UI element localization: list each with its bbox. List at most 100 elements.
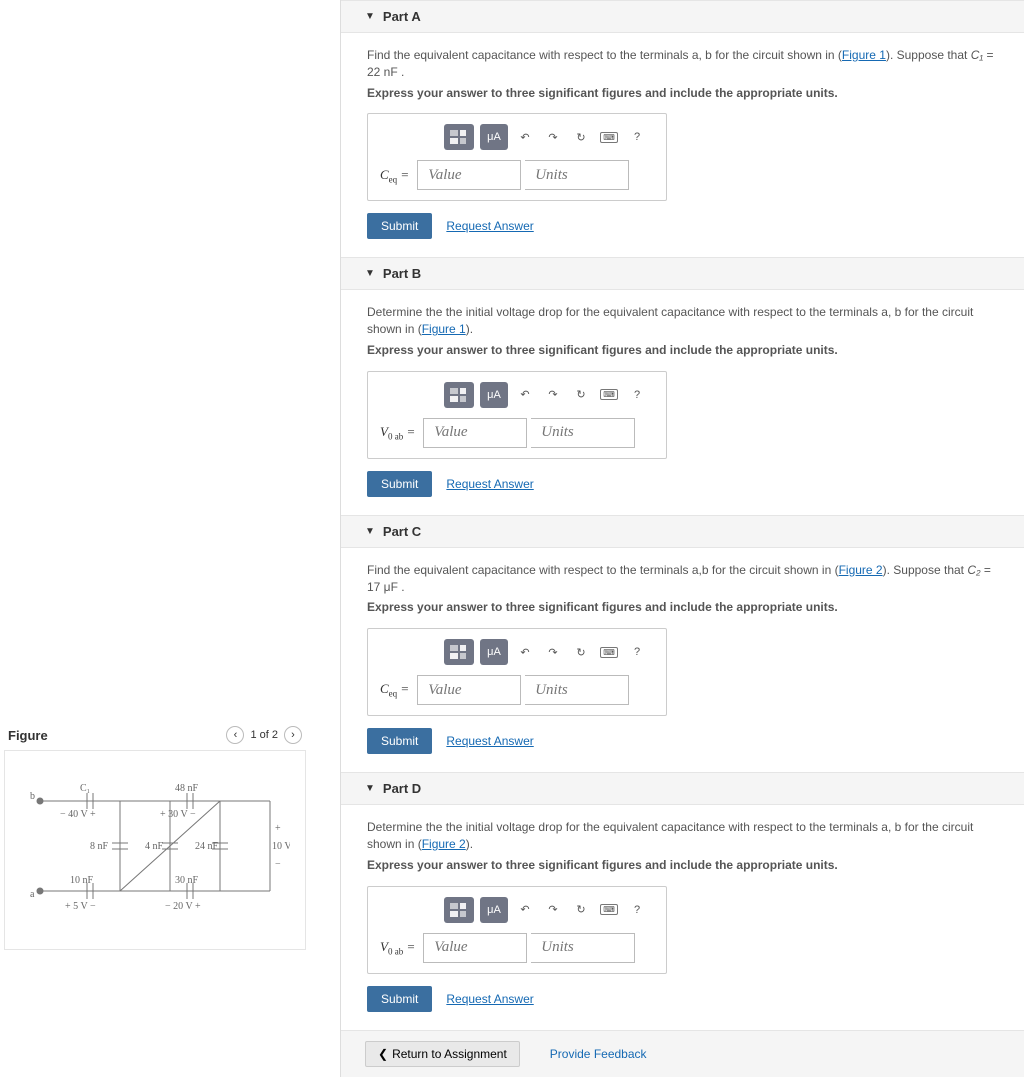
- template-icon[interactable]: [444, 639, 474, 665]
- figure-1-link-b[interactable]: Figure 1: [422, 322, 466, 336]
- svg-text:+: +: [275, 823, 281, 834]
- provide-feedback-link[interactable]: Provide Feedback: [550, 1047, 647, 1061]
- figure-2-link-d[interactable]: Figure 2: [422, 837, 466, 851]
- undo-icon[interactable]: ↶: [514, 124, 536, 150]
- value-input-c[interactable]: [417, 675, 521, 705]
- svg-text:30 nF: 30 nF: [175, 875, 199, 886]
- figure-2-link[interactable]: Figure 2: [839, 563, 883, 577]
- value-input-d[interactable]: [423, 933, 527, 963]
- units-button[interactable]: μA: [480, 124, 508, 150]
- part-a-body: Find the equivalent capacitance with res…: [341, 33, 1024, 257]
- units-input-c[interactable]: [525, 675, 629, 705]
- input-row-b: V0 ab =: [380, 418, 648, 448]
- template-icon[interactable]: [444, 897, 474, 923]
- svg-text:−: −: [275, 859, 281, 870]
- request-answer-a[interactable]: Request Answer: [446, 219, 533, 233]
- redo-icon[interactable]: ↷: [542, 897, 564, 923]
- figure-1-link[interactable]: Figure 1: [842, 48, 886, 62]
- units-input-d[interactable]: [531, 933, 635, 963]
- keyboard-icon[interactable]: ⌨: [598, 382, 620, 408]
- input-row-a: Ceq =: [380, 160, 648, 190]
- figure-header: Figure ‹ 1 of 2 ›: [4, 720, 306, 750]
- request-answer-d[interactable]: Request Answer: [446, 992, 533, 1006]
- circuit-diagram: b a C₁ 48 nF − 40 V + + 30 V − 8 nF 4 nF…: [20, 771, 290, 921]
- svg-text:− 20 V +: − 20 V +: [165, 901, 201, 912]
- svg-text:48 nF: 48 nF: [175, 783, 199, 794]
- svg-text:4 nF: 4 nF: [145, 841, 164, 852]
- main-content: ▼ Part A Find the equivalent capacitance…: [340, 0, 1024, 1077]
- submit-button-b[interactable]: Submit: [367, 471, 432, 497]
- redo-icon[interactable]: ↷: [542, 639, 564, 665]
- help-icon[interactable]: ?: [626, 382, 648, 408]
- part-b-prompt: Determine the the initial voltage drop f…: [367, 304, 1000, 338]
- keyboard-icon[interactable]: ⌨: [598, 639, 620, 665]
- part-c-body: Find the equivalent capacitance with res…: [341, 548, 1024, 772]
- figure-pager: ‹ 1 of 2 ›: [226, 726, 302, 744]
- help-icon[interactable]: ?: [626, 897, 648, 923]
- svg-text:8 nF: 8 nF: [90, 841, 109, 852]
- part-a: ▼ Part A Find the equivalent capacitance…: [341, 0, 1024, 257]
- reset-icon[interactable]: ↻: [570, 124, 592, 150]
- submit-button-d[interactable]: Submit: [367, 986, 432, 1012]
- value-input-b[interactable]: [423, 418, 527, 448]
- reset-icon[interactable]: ↻: [570, 639, 592, 665]
- part-b-body: Determine the the initial voltage drop f…: [341, 290, 1024, 514]
- svg-text:24 nF: 24 nF: [195, 841, 219, 852]
- part-a-title: Part A: [383, 9, 421, 24]
- input-row-c: Ceq =: [380, 675, 648, 705]
- part-d: ▼ Part D Determine the the initial volta…: [341, 772, 1024, 1029]
- chevron-left-icon: ❮: [378, 1047, 388, 1061]
- undo-icon[interactable]: ↶: [514, 639, 536, 665]
- part-c-header[interactable]: ▼ Part C: [341, 515, 1024, 548]
- svg-text:+ 30 V −: + 30 V −: [160, 809, 196, 820]
- part-a-express: Express your answer to three significant…: [367, 85, 1000, 102]
- units-input-b[interactable]: [531, 418, 635, 448]
- reset-icon[interactable]: ↻: [570, 897, 592, 923]
- help-icon[interactable]: ?: [626, 124, 648, 150]
- prev-figure-button[interactable]: ‹: [226, 726, 244, 744]
- answer-box-d: μA ↶ ↷ ↻ ⌨ ? V0 ab =: [367, 886, 667, 974]
- template-icon[interactable]: [444, 124, 474, 150]
- caret-down-icon: ▼: [365, 268, 375, 279]
- label-b: V0 ab =: [380, 424, 419, 442]
- undo-icon[interactable]: ↶: [514, 897, 536, 923]
- part-b-header[interactable]: ▼ Part B: [341, 257, 1024, 290]
- toolbar-d: μA ↶ ↷ ↻ ⌨ ?: [380, 897, 648, 923]
- units-input-a[interactable]: [525, 160, 629, 190]
- help-icon[interactable]: ?: [626, 639, 648, 665]
- svg-text:C₁: C₁: [80, 783, 90, 794]
- part-d-body: Determine the the initial voltage drop f…: [341, 805, 1024, 1029]
- part-d-express: Express your answer to three significant…: [367, 857, 1000, 874]
- undo-icon[interactable]: ↶: [514, 382, 536, 408]
- figure-title: Figure: [8, 728, 48, 743]
- answer-box-c: μA ↶ ↷ ↻ ⌨ ? Ceq =: [367, 628, 667, 716]
- figure-panel: Figure ‹ 1 of 2 ›: [0, 720, 310, 950]
- units-button[interactable]: μA: [480, 897, 508, 923]
- submit-button-a[interactable]: Submit: [367, 213, 432, 239]
- next-figure-button[interactable]: ›: [284, 726, 302, 744]
- keyboard-icon[interactable]: ⌨: [598, 897, 620, 923]
- part-d-header[interactable]: ▼ Part D: [341, 772, 1024, 805]
- caret-down-icon: ▼: [365, 526, 375, 537]
- return-button[interactable]: ❮ Return to Assignment: [365, 1041, 520, 1067]
- part-a-header[interactable]: ▼ Part A: [341, 0, 1024, 33]
- request-answer-c[interactable]: Request Answer: [446, 734, 533, 748]
- submit-button-c[interactable]: Submit: [367, 728, 432, 754]
- input-row-d: V0 ab =: [380, 933, 648, 963]
- units-button[interactable]: μA: [480, 639, 508, 665]
- part-d-title: Part D: [383, 781, 421, 796]
- reset-icon[interactable]: ↻: [570, 382, 592, 408]
- value-input-a[interactable]: [417, 160, 521, 190]
- units-button[interactable]: μA: [480, 382, 508, 408]
- caret-down-icon: ▼: [365, 11, 375, 22]
- request-answer-b[interactable]: Request Answer: [446, 477, 533, 491]
- part-a-prompt: Find the equivalent capacitance with res…: [367, 47, 1000, 81]
- keyboard-icon[interactable]: ⌨: [598, 124, 620, 150]
- label-d: V0 ab =: [380, 939, 419, 957]
- toolbar-b: μA ↶ ↷ ↻ ⌨ ?: [380, 382, 648, 408]
- answer-box-b: μA ↶ ↷ ↻ ⌨ ? V0 ab =: [367, 371, 667, 459]
- redo-icon[interactable]: ↷: [542, 382, 564, 408]
- redo-icon[interactable]: ↷: [542, 124, 564, 150]
- template-icon[interactable]: [444, 382, 474, 408]
- figure-body[interactable]: b a C₁ 48 nF − 40 V + + 30 V − 8 nF 4 nF…: [4, 750, 306, 950]
